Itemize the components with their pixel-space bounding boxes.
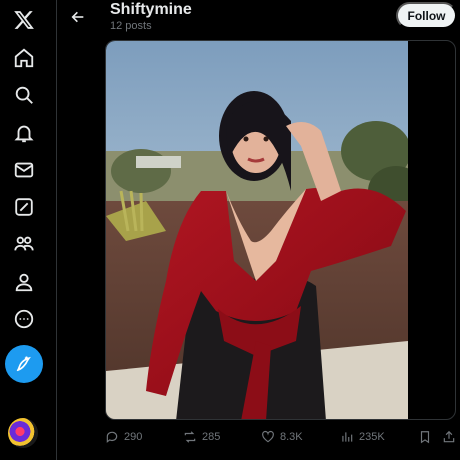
reply-icon: [106, 431, 118, 443]
account-avatar[interactable]: [8, 418, 38, 448]
posts-count: 12 posts: [110, 20, 152, 32]
post-detail: Shiftymine 12 posts Follow 290 285 8.3K …: [58, 0, 460, 460]
repost-button[interactable]: 285: [183, 425, 220, 449]
profile-name: Shiftymine: [110, 1, 192, 18]
media-container: [105, 40, 456, 420]
profile-header: Shiftymine 12 posts Follow: [58, 0, 460, 38]
photo-illustration: [106, 41, 408, 419]
views-icon: [342, 432, 353, 442]
x-logo-icon[interactable]: [8, 4, 40, 36]
heart-icon: [262, 430, 274, 443]
home-icon[interactable]: [8, 42, 40, 74]
compose-post-button[interactable]: [5, 345, 43, 383]
sidebar-nav: [0, 0, 57, 460]
bookmark-icon: [420, 431, 430, 444]
profile-icon[interactable]: [8, 266, 40, 298]
back-button[interactable]: [64, 3, 92, 31]
reply-count: 290: [124, 431, 143, 443]
like-count: 8.3K: [280, 431, 303, 443]
repost-icon: [184, 431, 196, 443]
reply-button[interactable]: 290: [105, 425, 142, 449]
bookmark-button[interactable]: [418, 425, 432, 449]
messages-icon[interactable]: [8, 154, 40, 186]
post-photo[interactable]: [106, 41, 408, 419]
notifications-icon[interactable]: [8, 117, 40, 149]
more-icon[interactable]: [8, 303, 40, 335]
share-button[interactable]: [442, 425, 456, 449]
repost-count: 285: [202, 431, 221, 443]
share-icon: [443, 430, 455, 443]
search-icon[interactable]: [8, 79, 40, 111]
follow-button[interactable]: Follow: [396, 2, 457, 29]
grok-icon[interactable]: [8, 191, 40, 223]
views-count: 235K: [359, 431, 385, 443]
like-button[interactable]: 8.3K: [261, 425, 303, 449]
views-button[interactable]: 235K: [340, 425, 385, 449]
compose-icon: [16, 356, 31, 372]
post-actions: 290 285 8.3K 235K: [58, 425, 460, 449]
arrow-left-icon: [71, 11, 84, 23]
communities-icon[interactable]: [8, 228, 40, 260]
